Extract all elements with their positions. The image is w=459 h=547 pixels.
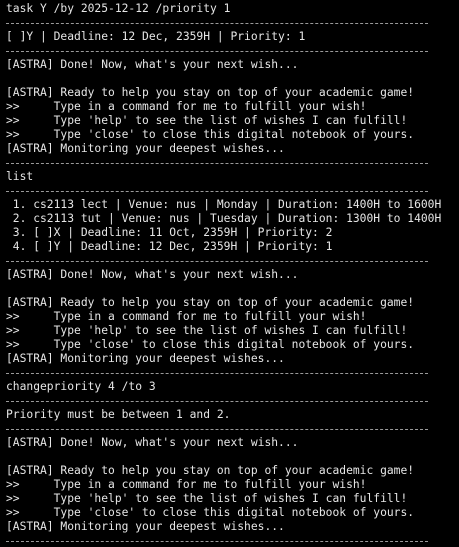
help-hint: >> Type 'help' to see the list of wishes… xyxy=(6,114,408,127)
separator xyxy=(6,254,459,268)
assistant-message: [ASTRA] Monitoring your deepest wishes..… xyxy=(6,142,285,155)
list-item: 4. [ ]Y | Deadline: 12 Dec, 2359H | Prio… xyxy=(6,240,333,253)
list-item: 2. cs2113 tut | Venue: nus | Tuesday | D… xyxy=(6,212,442,225)
command-line: list xyxy=(6,170,34,183)
separator xyxy=(6,44,459,58)
help-hint: >> Type in a command for me to fulfill y… xyxy=(6,478,367,491)
assistant-message: [ASTRA] Monitoring your deepest wishes..… xyxy=(6,352,285,365)
list-item: 1. cs2113 lect | Venue: nus | Monday | D… xyxy=(6,198,442,211)
separator xyxy=(6,534,459,547)
assistant-message: [ASTRA] Ready to help you stay on top of… xyxy=(6,86,415,99)
task-added-output: [ ]Y | Deadline: 12 Dec, 2359H | Priorit… xyxy=(6,30,306,43)
assistant-message: [ASTRA] Ready to help you stay on top of… xyxy=(6,464,415,477)
help-hint: >> Type in a command for me to fulfill y… xyxy=(6,100,367,113)
separator xyxy=(6,394,459,408)
separator xyxy=(6,16,459,30)
assistant-message: [ASTRA] Done! Now, what's your next wish… xyxy=(6,436,299,449)
command-line: changepriority 4 /to 3 xyxy=(6,380,156,393)
error-message: Priority must be between 1 and 2. xyxy=(6,408,231,421)
assistant-message: [ASTRA] Done! Now, what's your next wish… xyxy=(6,268,299,281)
help-hint: >> Type 'close' to close this digital no… xyxy=(6,338,415,351)
help-hint: >> Type 'help' to see the list of wishes… xyxy=(6,492,408,505)
separator xyxy=(6,156,459,170)
separator xyxy=(6,184,459,198)
help-hint: >> Type 'close' to close this digital no… xyxy=(6,128,415,141)
list-item: 3. [ ]X | Deadline: 11 Oct, 2359H | Prio… xyxy=(6,226,333,239)
help-hint: >> Type in a command for me to fulfill y… xyxy=(6,310,367,323)
separator xyxy=(6,366,459,380)
assistant-message: [ASTRA] Monitoring your deepest wishes..… xyxy=(6,520,285,533)
help-hint: >> Type 'help' to see the list of wishes… xyxy=(6,324,408,337)
terminal-output[interactable]: task Y /by 2025-12-12 /priority 1 [ ]Y |… xyxy=(0,0,459,547)
assistant-message: [ASTRA] Done! Now, what's your next wish… xyxy=(6,58,299,71)
help-hint: >> Type 'close' to close this digital no… xyxy=(6,506,415,519)
separator xyxy=(6,422,459,436)
assistant-message: [ASTRA] Ready to help you stay on top of… xyxy=(6,296,415,309)
command-line: task Y /by 2025-12-12 /priority 1 xyxy=(6,2,231,15)
